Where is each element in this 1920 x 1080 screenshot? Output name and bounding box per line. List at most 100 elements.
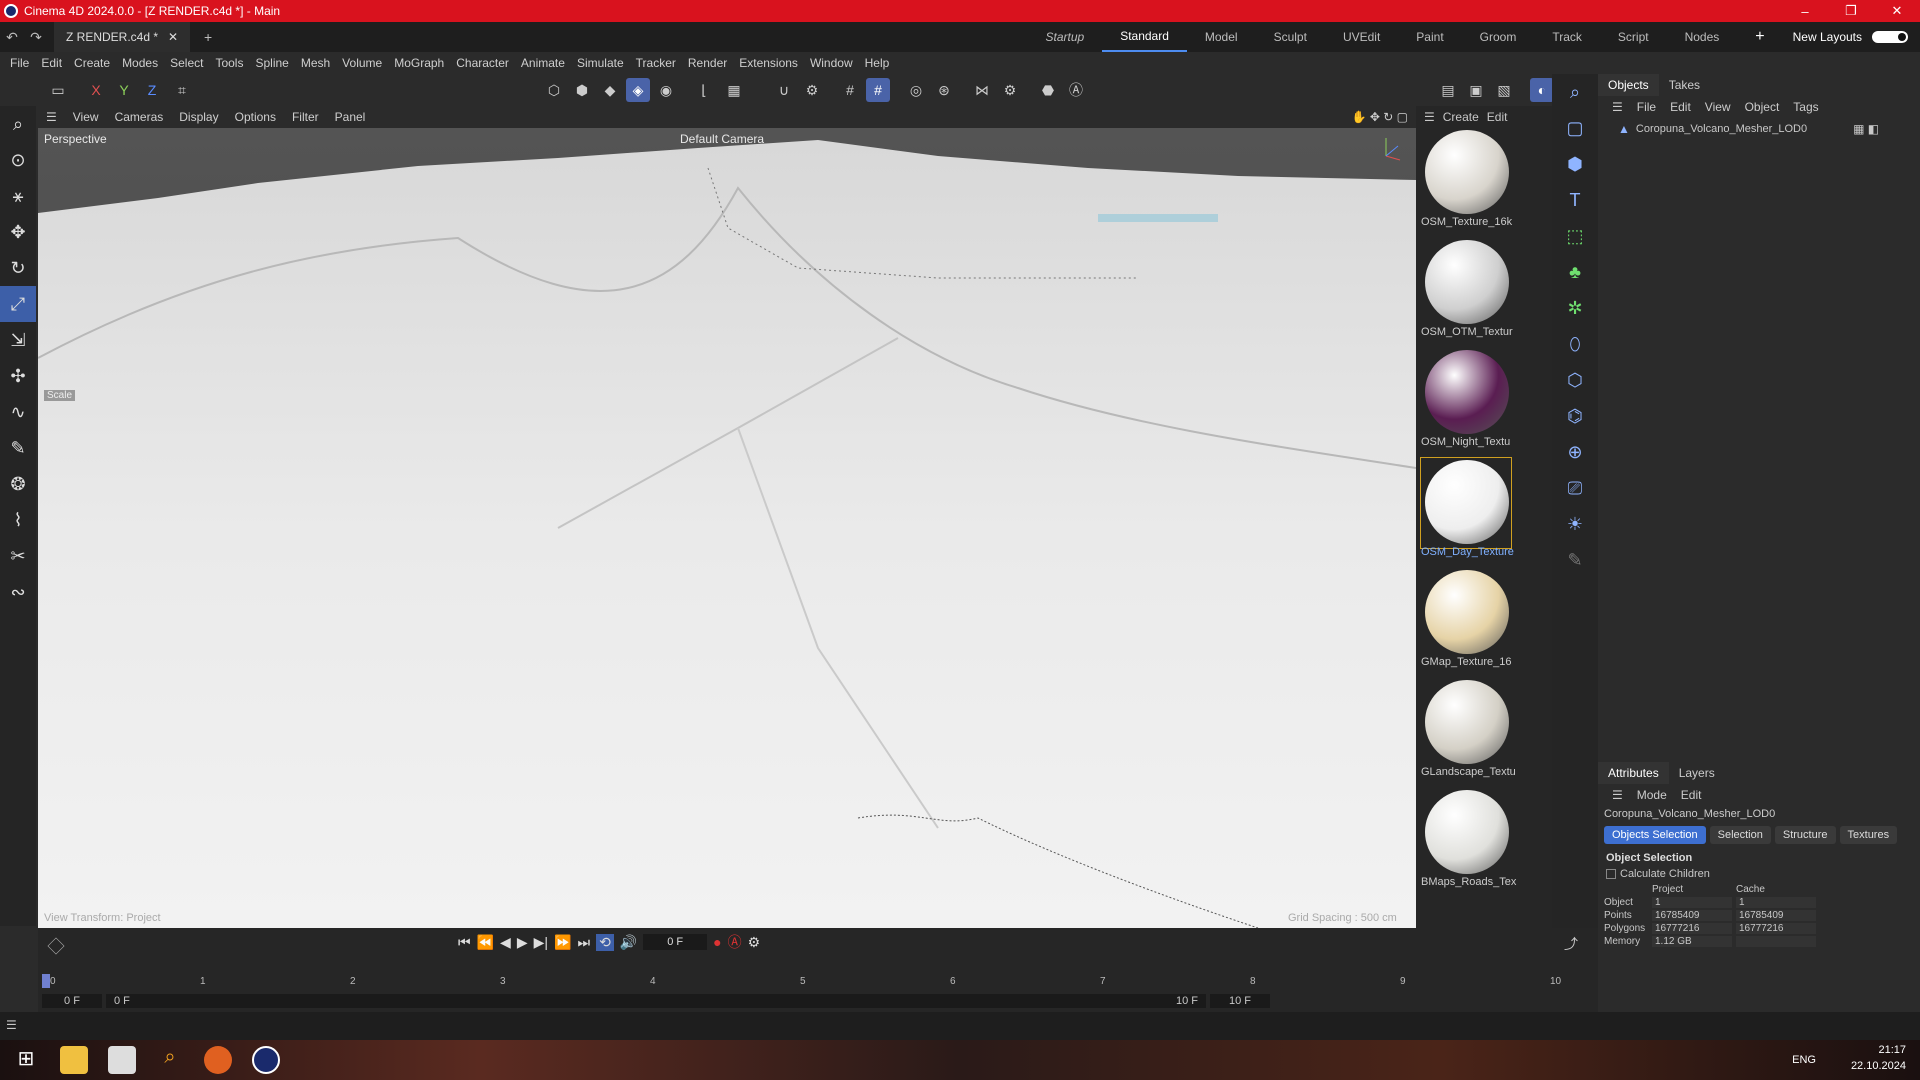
layout-startup[interactable]: Startup: [1027, 30, 1102, 44]
menu-animate[interactable]: Animate: [515, 56, 571, 70]
object-name[interactable]: Coropuna_Volcano_Mesher_LOD0: [1636, 123, 1807, 135]
next-frame-icon[interactable]: ▶|: [534, 934, 548, 951]
axis-mode-icon[interactable]: ⌊: [692, 78, 716, 102]
playhead[interactable]: [42, 974, 50, 988]
viewport-hamburger-icon[interactable]: ☰: [38, 110, 65, 124]
play-icon[interactable]: ▶: [517, 934, 528, 951]
select-icon[interactable]: ⊙: [0, 142, 36, 178]
grid-icon[interactable]: #: [838, 78, 862, 102]
move-icon[interactable]: ✥: [0, 214, 36, 250]
brush-icon[interactable]: ⌇: [0, 502, 36, 538]
viewport-menu-options[interactable]: Options: [227, 110, 284, 124]
redshift-icon[interactable]: ◐: [1530, 78, 1554, 102]
render-settings-icon[interactable]: ▧: [1492, 78, 1516, 102]
polygons-mode-icon[interactable]: ◆: [598, 78, 622, 102]
tab-takes[interactable]: Takes: [1659, 78, 1710, 92]
add-layout-icon[interactable]: +: [1737, 28, 1782, 46]
null-object-icon[interactable]: ▢: [1552, 110, 1598, 146]
viewport-3d[interactable]: [37, 128, 1417, 929]
objects-menu-file[interactable]: File: [1637, 100, 1656, 114]
material-hamburger-icon[interactable]: ☰: [1424, 110, 1435, 124]
layout-track[interactable]: Track: [1534, 30, 1600, 44]
menu-tools[interactable]: Tools: [209, 56, 249, 70]
environment-icon[interactable]: ⊕: [1552, 434, 1598, 470]
objects-menu-view[interactable]: View: [1705, 100, 1731, 114]
viewport-menu-filter[interactable]: Filter: [284, 110, 327, 124]
menu-file[interactable]: File: [4, 56, 35, 70]
spline-icon[interactable]: ⌬: [1552, 398, 1598, 434]
menu-character[interactable]: Character: [450, 56, 515, 70]
record-icon[interactable]: ●: [713, 934, 721, 950]
graph-editor-icon[interactable]: ⤴: [1564, 934, 1578, 954]
render-picture-viewer-icon[interactable]: ▣: [1464, 78, 1488, 102]
structure-button[interactable]: Structure: [1774, 826, 1836, 844]
firefox-icon[interactable]: [204, 1046, 232, 1074]
cinema4d-taskbar-icon[interactable]: [252, 1046, 280, 1074]
solo-settings-icon[interactable]: ⊛: [932, 78, 956, 102]
objects-hamburger-icon[interactable]: ☰: [1612, 100, 1623, 114]
keyframe-icon[interactable]: [47, 937, 65, 955]
layout-script[interactable]: Script: [1600, 30, 1667, 44]
viewport-menu-panel[interactable]: Panel: [327, 110, 374, 124]
rotate-icon[interactable]: ↻: [0, 250, 36, 286]
file-explorer-icon[interactable]: [60, 1046, 88, 1074]
axis-x-lock[interactable]: X: [84, 78, 108, 102]
solo-icon[interactable]: ◎: [904, 78, 928, 102]
prev-key-icon[interactable]: ⏪: [477, 934, 494, 951]
goto-start-icon[interactable]: ⏮: [458, 934, 471, 951]
objects-menu-tags[interactable]: Tags: [1793, 100, 1818, 114]
menu-simulate[interactable]: Simulate: [571, 56, 630, 70]
sound-icon[interactable]: 🔊: [620, 934, 637, 951]
cube-icon[interactable]: ⬢: [1552, 146, 1598, 182]
symmetry-icon[interactable]: ⋈: [970, 78, 994, 102]
deformer-icon[interactable]: ⬯: [1552, 326, 1598, 362]
clock-time[interactable]: 21:17: [1851, 1042, 1906, 1058]
viewport-menu-cameras[interactable]: Cameras: [107, 110, 172, 124]
start-frame-field[interactable]: 0 F: [42, 994, 102, 1008]
text-icon[interactable]: T: [1552, 182, 1598, 218]
material-item[interactable]: GMap_Texture_16: [1421, 568, 1512, 668]
lasso-icon[interactable]: ∾: [0, 574, 36, 610]
material-item[interactable]: BMaps_Roads_Tex: [1421, 788, 1516, 888]
new-layouts-label[interactable]: New Layouts: [1783, 30, 1872, 44]
axis-z-lock[interactable]: Z: [140, 78, 164, 102]
texture-mode-icon[interactable]: ▦: [722, 78, 746, 102]
viewport-menu-display[interactable]: Display: [171, 110, 226, 124]
autokey-icon[interactable]: Ⓐ: [728, 932, 742, 952]
light-icon[interactable]: ☀: [1552, 506, 1598, 542]
close-button[interactable]: ✕: [1874, 0, 1920, 22]
attributes-menu-edit[interactable]: Edit: [1681, 788, 1702, 802]
preview-range-bar[interactable]: 0 F 10 F: [106, 994, 1206, 1008]
menu-volume[interactable]: Volume: [336, 56, 388, 70]
camera-icon[interactable]: ⎚: [1552, 470, 1598, 506]
material-menu-create[interactable]: Create: [1443, 110, 1479, 124]
layout-standard[interactable]: Standard: [1102, 22, 1187, 52]
windows-start-icon[interactable]: ⊞: [12, 1046, 40, 1074]
layout-sculpt[interactable]: Sculpt: [1256, 30, 1325, 44]
object-row[interactable]: ▲ Coropuna_Volcano_Mesher_LOD0 ▦ ◧: [1598, 118, 1920, 136]
redo-icon[interactable]: ↷: [24, 29, 48, 46]
calculate-children-checkbox[interactable]: [1606, 869, 1616, 879]
maximize-button[interactable]: ❐: [1828, 0, 1874, 22]
next-key-icon[interactable]: ⏩: [554, 934, 571, 951]
menu-create[interactable]: Create: [68, 56, 116, 70]
attributes-menu-mode[interactable]: Mode: [1637, 788, 1667, 802]
scale-icon[interactable]: ⤢: [0, 286, 36, 322]
workplane-icon[interactable]: #: [866, 78, 890, 102]
clock-date[interactable]: 22.10.2024: [1851, 1058, 1906, 1074]
objects-menu-edit[interactable]: Edit: [1670, 100, 1691, 114]
min-frame-field[interactable]: 0 F: [114, 995, 130, 1007]
material-menu-edit[interactable]: Edit: [1487, 110, 1508, 124]
symmetry-settings-icon[interactable]: ⚙: [998, 78, 1022, 102]
viewport-menu-view[interactable]: View: [65, 110, 107, 124]
tab-attributes[interactable]: Attributes: [1598, 762, 1669, 784]
undo-icon[interactable]: ↶: [0, 29, 24, 46]
document-tab[interactable]: Z RENDER.c4d * ✕: [54, 22, 191, 52]
menu-tracker[interactable]: Tracker: [630, 56, 682, 70]
max-frame-field[interactable]: 10 F: [1176, 995, 1198, 1007]
menu-mograph[interactable]: MoGraph: [388, 56, 450, 70]
sketch-icon[interactable]: ✎: [0, 430, 36, 466]
material-item[interactable]: OSM_Night_Textu: [1421, 348, 1511, 448]
axis-y-lock[interactable]: Y: [112, 78, 136, 102]
edit-icon[interactable]: ✎: [1552, 542, 1598, 578]
